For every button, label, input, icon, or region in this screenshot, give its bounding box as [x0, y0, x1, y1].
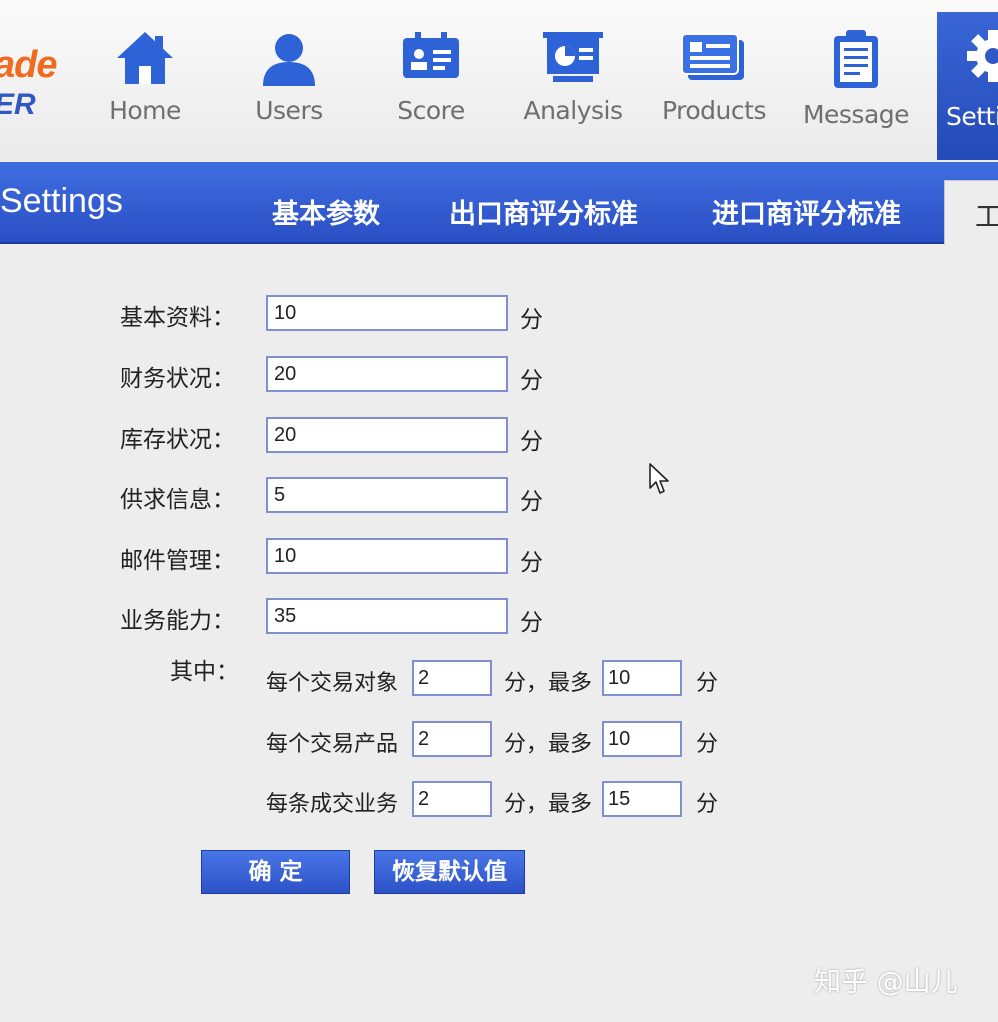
basic-info-label: 基本资料：: [120, 305, 235, 331]
brand-logo-line1: ade: [0, 44, 57, 86]
nav-users-label: Users: [255, 96, 323, 125]
mail-label: 邮件管理：: [120, 548, 235, 574]
nav-analysis-label: Analysis: [523, 96, 623, 125]
score-card-icon: [403, 32, 459, 78]
finance-label: 财务状况：: [120, 366, 235, 392]
supply-demand-input[interactable]: [266, 477, 508, 513]
mail-input[interactable]: [266, 538, 508, 574]
tab-active[interactable]: 工: [944, 180, 998, 245]
nav-settings-label: Setti: [946, 102, 998, 131]
mouse-cursor-icon: [649, 463, 669, 494]
nav-message-label: Message: [802, 100, 910, 129]
gear-icon: [967, 30, 998, 82]
reset-default-button[interactable]: 恢复默认值: [374, 850, 525, 894]
settings-tab-bar: Settings 基本参数 出口商评分标准 进口商评分标准 工: [0, 162, 998, 245]
business-ability-unit: 分: [520, 610, 543, 636]
per-product-max-label: 分，最多: [504, 732, 593, 757]
inventory-input[interactable]: [266, 417, 508, 453]
per-product-input[interactable]: [412, 721, 492, 757]
tab-importer-scoring[interactable]: 进口商评分标准: [712, 192, 901, 231]
per-product-max-input[interactable]: [602, 721, 682, 757]
nav-users[interactable]: Users: [219, 20, 359, 140]
per-product-label: 每个交易产品: [266, 732, 399, 757]
basic-info-input[interactable]: [266, 295, 508, 331]
tab-basic-params[interactable]: 基本参数: [272, 192, 380, 231]
confirm-button[interactable]: 确 定: [201, 850, 350, 894]
brand-logo-line2: ER: [0, 88, 36, 121]
business-ability-input[interactable]: [266, 598, 508, 634]
top-navigation: ade ER Home Users Score: [0, 0, 998, 160]
page-title: Settings: [0, 182, 123, 220]
per-partner-unit: 分: [696, 671, 719, 696]
per-partner-max-input[interactable]: [602, 660, 682, 696]
nav-settings[interactable]: Setti: [937, 12, 998, 160]
home-icon: [117, 32, 173, 84]
per-deal-unit: 分: [696, 792, 719, 817]
nav-score-label: Score: [397, 96, 465, 125]
products-icon: [681, 33, 744, 80]
watermark: 知乎 @山儿: [814, 967, 958, 998]
per-partner-input[interactable]: [412, 660, 492, 696]
supply-demand-label: 供求信息：: [120, 487, 235, 513]
per-deal-label: 每条成交业务: [266, 792, 399, 817]
per-deal-max-input[interactable]: [602, 781, 682, 817]
clipboard-icon: [834, 30, 878, 88]
basic-info-unit: 分: [520, 307, 543, 333]
nav-home-label: Home: [109, 96, 181, 125]
nav-products[interactable]: Products: [644, 20, 784, 140]
nav-analysis[interactable]: Analysis: [503, 20, 643, 140]
supply-demand-unit: 分: [520, 489, 543, 515]
nav-home[interactable]: Home: [75, 20, 215, 140]
presentation-board-icon: [543, 32, 603, 82]
per-partner-max-label: 分，最多: [504, 671, 593, 696]
per-product-unit: 分: [696, 732, 719, 757]
per-deal-input[interactable]: [412, 781, 492, 817]
finance-unit: 分: [520, 368, 543, 394]
inventory-unit: 分: [520, 429, 543, 455]
business-ability-label: 业务能力：: [120, 608, 235, 634]
tab-exporter-scoring[interactable]: 出口商评分标准: [449, 192, 638, 231]
mail-unit: 分: [520, 550, 543, 576]
finance-input[interactable]: [266, 356, 508, 392]
sub-items-label: 其中：: [170, 659, 239, 685]
user-icon: [263, 34, 315, 86]
tab-active-label: 工: [975, 202, 998, 233]
inventory-label: 库存状况：: [120, 427, 235, 453]
per-partner-label: 每个交易对象: [266, 671, 399, 696]
nav-products-label: Products: [662, 96, 766, 125]
nav-score[interactable]: Score: [361, 20, 501, 140]
per-deal-max-label: 分，最多: [504, 792, 593, 817]
nav-message[interactable]: Message: [786, 20, 926, 140]
